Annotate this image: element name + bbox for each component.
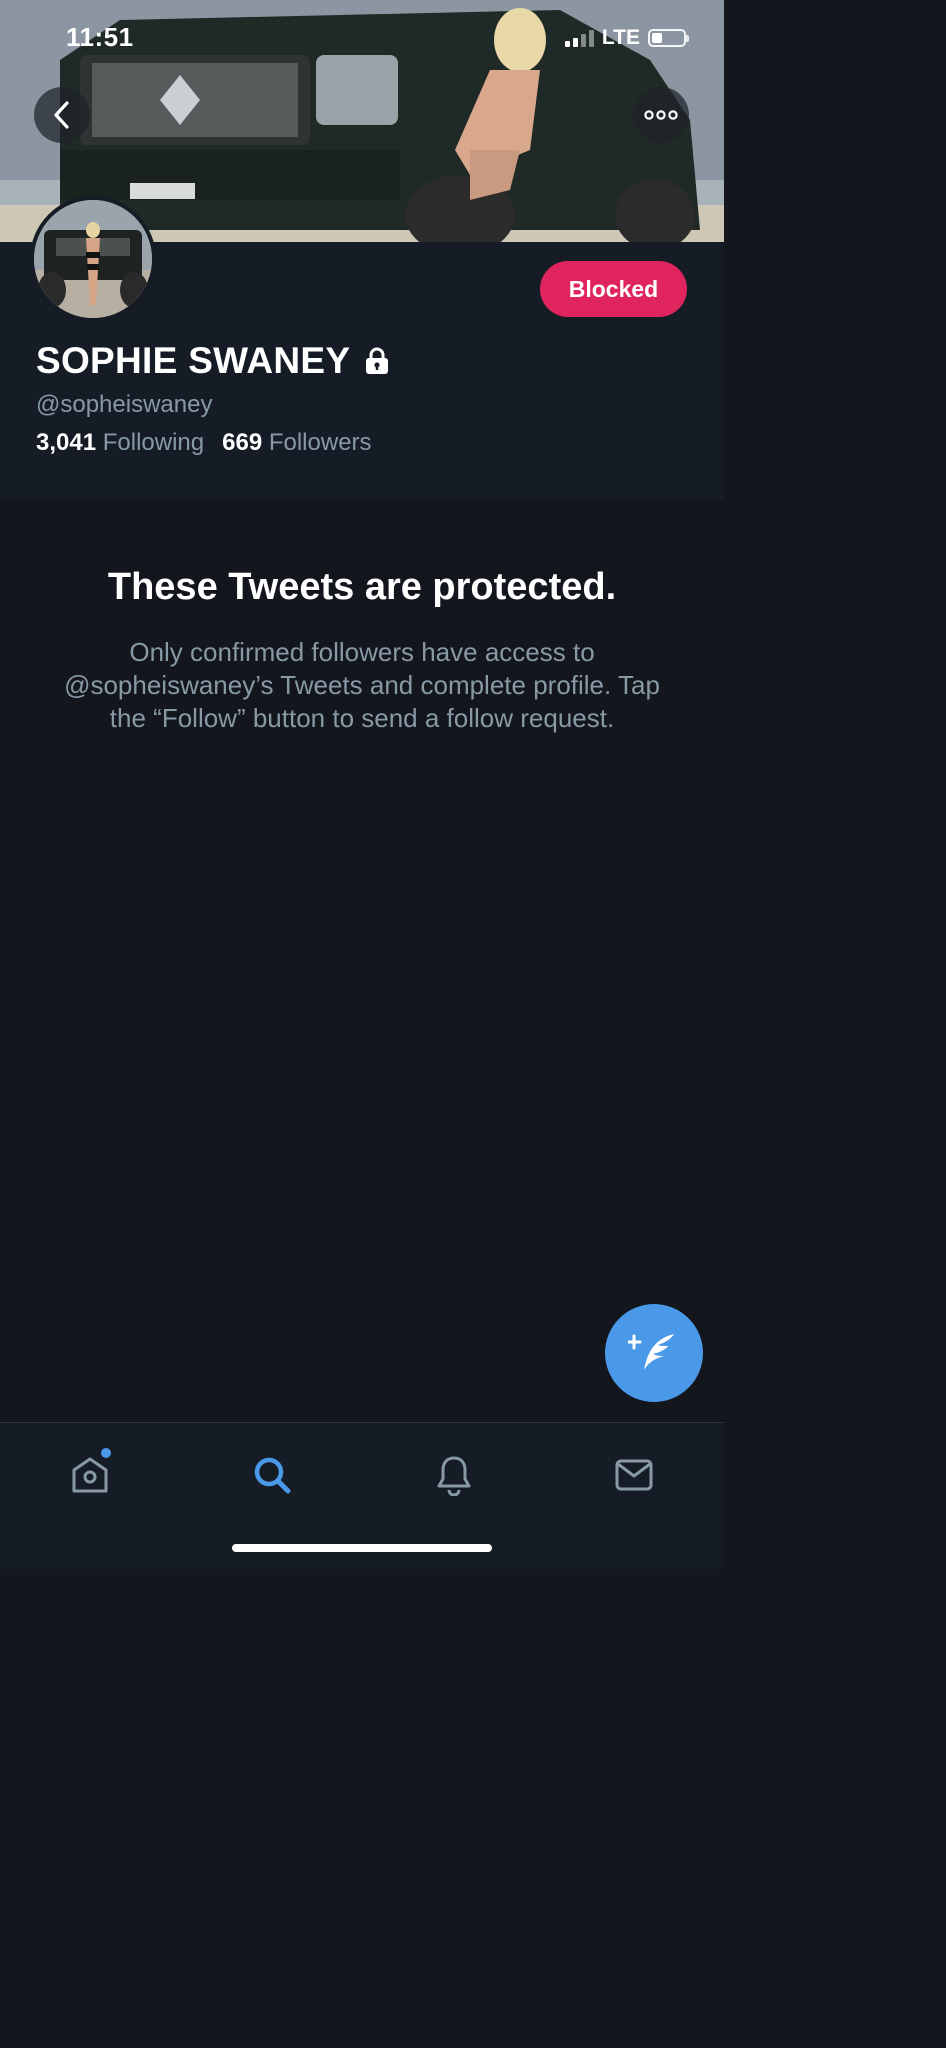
back-icon	[54, 101, 69, 129]
compose-tweet-icon	[628, 1334, 674, 1370]
new-tweets-dot	[101, 1448, 111, 1458]
status-time: 11:51	[66, 22, 134, 52]
messages-icon	[615, 1459, 653, 1491]
more-options-button[interactable]	[633, 87, 689, 143]
status-indicators: LTE	[564, 26, 689, 50]
lock-icon	[366, 347, 389, 374]
tab-messages[interactable]	[604, 1445, 664, 1505]
following-count: 3,041	[36, 429, 97, 456]
profile-stats: 3,041 Following 669 Followers	[36, 429, 372, 457]
protected-title: These Tweets are protected.	[107, 566, 617, 608]
back-button[interactable]	[34, 87, 90, 143]
followers-count: 669	[222, 429, 263, 456]
avatar-image	[34, 200, 152, 318]
search-icon	[254, 1457, 291, 1494]
tab-home[interactable]	[60, 1445, 120, 1505]
tab-notifications[interactable]	[424, 1445, 484, 1505]
profile-name: SOPHIE SWANEY	[36, 340, 351, 381]
following-label: Following	[102, 429, 205, 456]
following-stat[interactable]: 3,041 Following	[36, 429, 204, 457]
signal-icon	[564, 29, 594, 47]
battery-icon	[648, 29, 689, 47]
tab-search[interactable]	[242, 1445, 302, 1505]
profile-handle: @sopheiswaney	[36, 391, 213, 418]
home-icon	[72, 1457, 108, 1493]
home-indicator[interactable]	[232, 1544, 492, 1552]
network-label: LTE	[601, 26, 640, 49]
notifications-icon	[437, 1456, 471, 1496]
followers-label: Followers	[268, 429, 372, 456]
more-icon	[644, 110, 678, 120]
followers-stat[interactable]: 669 Followers	[222, 429, 371, 457]
avatar[interactable]	[30, 196, 156, 322]
blocked-button[interactable]: Blocked	[540, 261, 687, 317]
compose-tweet-button[interactable]	[605, 1304, 703, 1402]
protected-description: Only confirmed followers have access to …	[64, 637, 660, 733]
profile-name-row: SOPHIE SWANEY	[36, 340, 392, 382]
